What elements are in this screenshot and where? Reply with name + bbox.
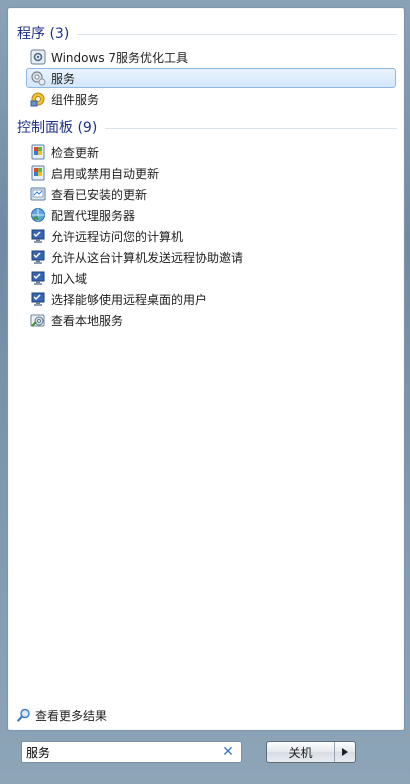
control-panel-group-header: 控制面板 (9): [17, 117, 397, 137]
internet-options-icon: [30, 207, 46, 223]
search-box[interactable]: ✕: [21, 741, 242, 763]
result-item-join-domain[interactable]: 加入域: [26, 268, 396, 288]
windows-update-icon: [30, 144, 46, 160]
result-item-label: 查看本地服务: [51, 313, 124, 328]
result-item-label: 启用或禁用自动更新: [51, 166, 160, 181]
system-shield-icon: [30, 228, 46, 244]
result-item-label: 加入域: [51, 271, 88, 286]
admin-tools-icon: [30, 312, 46, 328]
system-shield-icon: [30, 270, 46, 286]
system-shield-icon: [30, 291, 46, 307]
result-item-windows7-optimizer[interactable]: Windows 7服务优化工具: [26, 47, 396, 67]
magnifier-icon: [17, 708, 31, 722]
result-item-label: 配置代理服务器: [51, 208, 136, 223]
result-item-label: 查看已安装的更新: [51, 187, 148, 202]
result-item-label: 允许从这台计算机发送远程协助邀请: [51, 250, 244, 265]
component-services-icon: [30, 91, 46, 107]
result-item-component-services[interactable]: 组件服务: [26, 89, 396, 109]
result-item-allow-remote-access[interactable]: 允许远程访问您的计算机: [26, 226, 396, 246]
result-item-installed-updates[interactable]: 查看已安装的更新: [26, 184, 396, 204]
result-item-remote-assistance[interactable]: 允许从这台计算机发送远程协助邀请: [26, 247, 396, 267]
result-item-proxy-server[interactable]: 配置代理服务器: [26, 205, 396, 225]
shutdown-options-arrow-icon[interactable]: [334, 742, 355, 762]
programs-group-title: 程序 (3): [17, 26, 70, 42]
group-divider: [77, 33, 397, 35]
shutdown-button[interactable]: 关机: [267, 742, 334, 762]
result-item-remote-desktop-users[interactable]: 选择能够使用远程桌面的用户: [26, 289, 396, 309]
result-item-services[interactable]: 服务: [26, 68, 396, 88]
result-item-label: Windows 7服务优化工具: [51, 50, 189, 65]
result-item-label: 服务: [51, 71, 76, 86]
optimizer-tool-icon: [30, 49, 46, 65]
start-menu-results-panel: 程序 (3) Windows 7服务优化工具 服务 组件服务 控制面板 (9) …: [7, 7, 405, 731]
clear-search-icon[interactable]: ✕: [221, 744, 235, 760]
group-divider: [105, 127, 397, 129]
result-item-label: 检查更新: [51, 145, 100, 160]
programs-group-header: 程序 (3): [17, 23, 397, 43]
shutdown-split-button[interactable]: 关机: [266, 741, 356, 763]
result-item-label: 选择能够使用远程桌面的用户: [51, 292, 208, 307]
services-gear-icon: [30, 70, 46, 86]
see-more-results-link[interactable]: 查看更多结果: [17, 706, 107, 724]
result-item-local-services[interactable]: 查看本地服务: [26, 310, 396, 330]
result-item-auto-update[interactable]: 启用或禁用自动更新: [26, 163, 396, 183]
result-item-label: 组件服务: [51, 92, 100, 107]
result-item-check-updates[interactable]: 检查更新: [26, 142, 396, 162]
search-input[interactable]: [26, 745, 216, 759]
system-shield-icon: [30, 249, 46, 265]
see-more-results-label: 查看更多结果: [35, 708, 108, 723]
installed-updates-icon: [30, 186, 46, 202]
control-panel-group-title: 控制面板 (9): [17, 120, 98, 136]
windows-update-icon: [30, 165, 46, 181]
result-item-label: 允许远程访问您的计算机: [51, 229, 184, 244]
